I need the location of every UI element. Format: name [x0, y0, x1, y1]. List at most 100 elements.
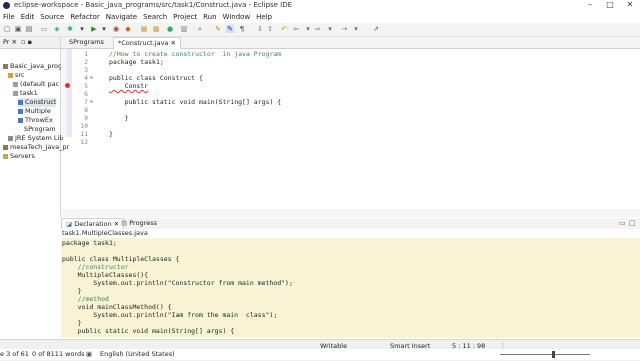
menu-navigate[interactable]: Navigate — [103, 11, 140, 23]
menu-edit[interactable]: Edit — [18, 11, 38, 23]
menu-project[interactable]: Project — [170, 11, 200, 23]
tab-progress[interactable]: ▤ Progress — [117, 218, 161, 229]
tree-item-sprogram[interactable]: SProgram — [24, 125, 56, 134]
zoom-slider-thumb[interactable] — [552, 351, 555, 358]
new-icon[interactable]: ▢ — [3, 25, 11, 33]
previous-annotation-icon[interactable]: ⇧ — [266, 25, 274, 33]
language[interactable]: English (United States) — [100, 350, 175, 358]
code-editor[interactable]: 1 2 3 4 5 6 7 8 9 10 11 12 ⊖ ⊖ //How to … — [65, 49, 640, 209]
tree-item-project[interactable]: Basic_java_progra — [3, 62, 69, 71]
minimize-view-icon[interactable]: ▭ — [619, 219, 626, 227]
code-line: public static void main(String[] args) { — [109, 98, 282, 106]
line-number: 8 — [84, 106, 88, 114]
external-tools-icon[interactable]: ◆ — [124, 25, 132, 33]
tree-item-throwex[interactable]: ThrowEx — [18, 116, 53, 125]
line-number: 3 — [84, 66, 88, 74]
status-menu-icon[interactable]: ⋮ — [500, 342, 506, 349]
editor-horizontal-scrollbar[interactable] — [61, 209, 640, 217]
menu-window[interactable]: Window — [220, 11, 254, 23]
code-line: } — [109, 130, 113, 138]
code-line: } — [109, 114, 129, 122]
menu-run[interactable]: Run — [200, 11, 219, 23]
close-tab-icon[interactable]: ✕ — [171, 39, 176, 47]
tab-label: *Construct.java — [118, 39, 169, 47]
tree-item-label: Multiple — [25, 107, 51, 115]
line-number: 4 — [84, 74, 88, 82]
toggle-mark-occurrences-icon[interactable]: ✎ — [214, 25, 222, 33]
back-icon[interactable]: ⇦ — [292, 25, 300, 33]
tree-item-label: (default pac — [20, 80, 60, 88]
search-icon[interactable]: ⌕ — [196, 25, 204, 33]
tree-item-label: src — [15, 71, 25, 79]
tree-item-jre[interactable]: JRE System Lib — [8, 134, 63, 143]
coverage-icon[interactable]: ◉ — [112, 25, 120, 33]
pin-editor-icon[interactable]: ⇢ — [340, 25, 348, 33]
forward-dropdown-icon[interactable]: ▾ — [326, 25, 334, 33]
title-bar: eclipse-workspace - Basic_java_programs/… — [0, 0, 640, 11]
progress-icon: ▤ — [121, 219, 128, 227]
tree-item-label: JRE System Lib — [15, 134, 64, 142]
debug-dropdown-icon[interactable]: ▾ — [78, 25, 86, 33]
package-explorer-tab-label: Pr — [3, 38, 10, 46]
tree-item-multiple[interactable]: Multiple — [18, 107, 51, 116]
new-package-icon[interactable]: ▦ — [152, 25, 160, 33]
tree-item-label: Construct — [25, 98, 57, 106]
window-title: eclipse-workspace - Basic_java_programs/… — [14, 1, 293, 9]
menu-help[interactable]: Help — [253, 11, 275, 23]
close-button[interactable]: ✕ — [620, 0, 640, 11]
error-marker-icon[interactable] — [65, 83, 70, 88]
skip-breakpoints-icon[interactable]: ◈ — [53, 25, 61, 33]
zoom-slider[interactable] — [500, 354, 590, 355]
last-edit-location-icon[interactable]: ↶ — [280, 25, 288, 33]
proofing-icon[interactable]: ▣ — [86, 350, 92, 358]
menu-refactor[interactable]: Refactor — [67, 11, 102, 23]
code-line: public class Construct { — [109, 74, 203, 82]
maximize-view-icon[interactable]: □ — [629, 219, 636, 227]
tab-construct[interactable]: *Construct.java ✕ — [113, 37, 181, 49]
library-icon — [8, 135, 13, 141]
next-annotation-icon[interactable]: ⇩ — [256, 25, 264, 33]
declaration-icon: ◪ — [66, 220, 73, 228]
package-explorer-tab[interactable]: Pr ✕ ▫ ▪ — [0, 37, 60, 49]
tree-item-servers[interactable]: Servers — [3, 152, 35, 161]
terminal-icon[interactable]: ▭ — [40, 25, 48, 33]
fold-toggle-icon[interactable]: ⊖ — [90, 99, 93, 105]
save-all-icon[interactable]: ▤ — [25, 25, 33, 33]
tab-sprograms[interactable]: SPrograms — [65, 37, 108, 48]
forward-icon[interactable]: ⇨ — [314, 25, 322, 33]
run-icon[interactable]: ▶ — [90, 25, 98, 33]
line-number: 2 — [84, 58, 88, 66]
tree-item-src[interactable]: src — [8, 71, 25, 80]
code-line: } — [62, 287, 82, 295]
tree-item-construct[interactable]: Construct — [18, 98, 57, 107]
code-line: void mainClassMethod() { — [62, 303, 172, 311]
minimize-button[interactable]: – — [580, 0, 600, 11]
show-whitespace-icon[interactable]: ¶ — [238, 25, 246, 33]
line-number: 6 — [84, 90, 88, 98]
declaration-path: task1.MultipleClasses.java — [61, 229, 640, 238]
new-java-project-icon[interactable]: ▦ — [140, 25, 148, 33]
package-explorer: Pr ✕ ▫ ▪ Basic_java_progra src (default … — [0, 37, 69, 217]
fold-toggle-icon[interactable]: ⊖ — [90, 75, 93, 81]
word-status-strip: e 3 of 61 0 of 8111 words ▣ English (Uni… — [0, 349, 640, 360]
code-line-error: Constr — [109, 82, 149, 90]
menu-source[interactable]: Source — [37, 11, 67, 23]
back-dropdown-icon[interactable]: ▾ — [304, 25, 312, 33]
tree-item-task1[interactable]: task1 — [13, 89, 38, 98]
pin-dropdown-icon[interactable]: ▾ — [352, 25, 360, 33]
toggle-highlight-icon[interactable]: ✎ — [226, 25, 234, 33]
debug-icon[interactable]: ✱ — [66, 25, 74, 33]
code-line: package task1; — [109, 58, 164, 66]
open-perspective-icon[interactable]: ⇗ — [372, 25, 380, 33]
code-line: System.out.println("Constructor from mai… — [62, 279, 293, 287]
tree-item-mesatech[interactable]: mesaTech_java_pr — [3, 143, 69, 152]
run-dropdown-icon[interactable]: ▾ — [100, 25, 108, 33]
maximize-button[interactable]: □ — [600, 0, 620, 11]
tab-label: SPrograms — [69, 38, 104, 46]
save-icon[interactable]: ▣ — [14, 25, 22, 33]
tree-item-default-package[interactable]: (default pac — [13, 80, 59, 89]
menu-search[interactable]: Search — [140, 11, 170, 23]
menu-file[interactable]: File — [0, 11, 18, 23]
new-class-icon[interactable]: ● — [166, 25, 174, 33]
open-type-icon[interactable]: ▥ — [180, 25, 188, 33]
